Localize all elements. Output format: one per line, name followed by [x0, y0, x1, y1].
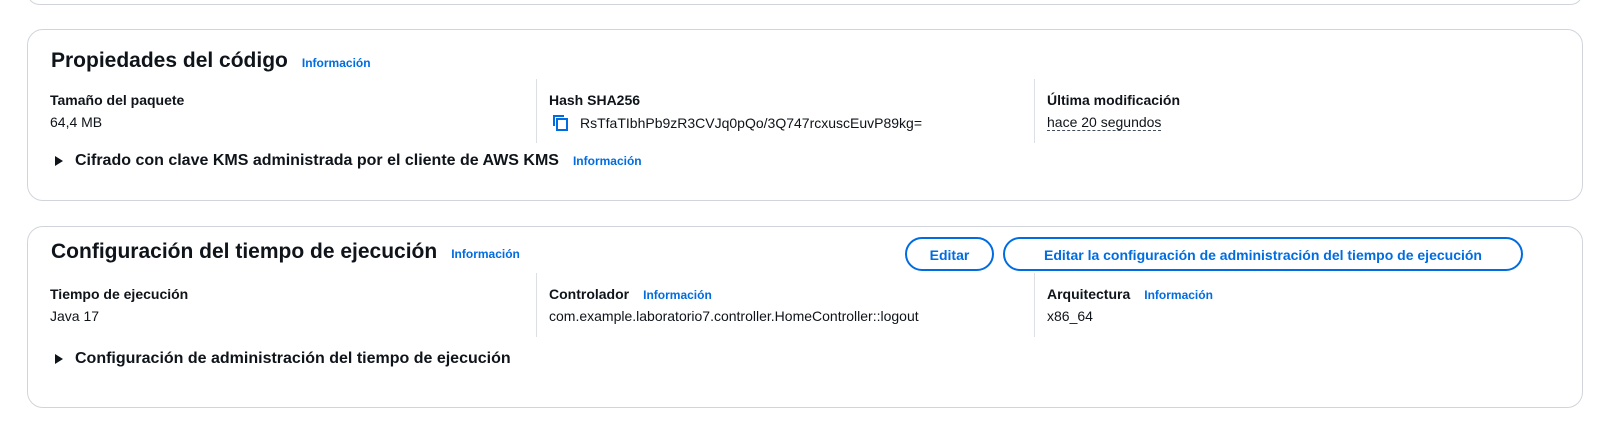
- handler-label-wrapper: Controlador Información: [549, 286, 712, 302]
- runtime-field: Tiempo de ejecución Java 17: [50, 273, 536, 337]
- code-properties-header: Propiedades del código Información: [51, 49, 371, 73]
- caret-right-icon: [55, 156, 63, 166]
- last-modified-value[interactable]: hace 20 segundos: [1047, 114, 1162, 131]
- edit-button[interactable]: Editar: [905, 237, 994, 271]
- last-modified-label: Última modificación: [1047, 92, 1181, 108]
- architecture-field: Arquitectura Información x86_64: [1034, 273, 1535, 337]
- runtime-management-expander[interactable]: Configuración de administración del tiem…: [51, 350, 511, 368]
- code-properties-row: Tamaño del paquete 64,4 MB Hash SHA256 R…: [28, 79, 1584, 143]
- handler-field: Controlador Información com.example.labor…: [536, 273, 1035, 337]
- runtime-management-label: Configuración de administración del tiem…: [75, 350, 511, 367]
- code-properties-title: Propiedades del código: [51, 49, 288, 72]
- previous-panel: [27, 0, 1583, 5]
- code-properties-panel: Propiedades del código Información Tamañ…: [27, 29, 1583, 201]
- kms-encryption-label: Cifrado con clave KMS administrada por e…: [75, 152, 559, 169]
- runtime-settings-info-link[interactable]: Información: [451, 247, 520, 261]
- handler-value: com.example.laboratorio7.controller.Home…: [549, 308, 919, 324]
- hash-value-wrapper: RsTfaTIbhPb9zR3CVJq0pQo/3Q747rcxuscEuvP8…: [552, 114, 922, 132]
- kms-encryption-info-link[interactable]: Información: [573, 154, 642, 168]
- architecture-label-wrapper: Arquitectura Información: [1047, 286, 1213, 302]
- architecture-label: Arquitectura: [1047, 286, 1131, 302]
- package-size-label: Tamaño del paquete: [50, 92, 185, 108]
- runtime-settings-header: Configuración del tiempo de ejecución In…: [51, 240, 520, 264]
- runtime-settings-title: Configuración del tiempo de ejecución: [51, 240, 438, 263]
- hash-label: Hash SHA256: [549, 92, 641, 108]
- runtime-value: Java 17: [50, 308, 100, 324]
- code-properties-info-link[interactable]: Información: [302, 56, 371, 70]
- kms-encryption-expander[interactable]: Cifrado con clave KMS administrada por e…: [51, 152, 642, 170]
- runtime-label: Tiempo de ejecución: [50, 286, 189, 302]
- architecture-value: x86_64: [1047, 308, 1093, 324]
- runtime-settings-row: Tiempo de ejecución Java 17 Controlador I…: [28, 273, 1584, 337]
- package-size-field: Tamaño del paquete 64,4 MB: [50, 79, 536, 143]
- architecture-info-link[interactable]: Información: [1144, 288, 1213, 302]
- hash-field: Hash SHA256 RsTfaTIbhPb9zR3CVJq0pQo/3Q74…: [536, 79, 1035, 143]
- hash-value: RsTfaTIbhPb9zR3CVJq0pQo/3Q747rcxuscEuvP8…: [580, 115, 923, 131]
- copy-icon[interactable]: [552, 114, 570, 132]
- handler-info-link[interactable]: Información: [643, 288, 712, 302]
- package-size-value: 64,4 MB: [50, 114, 103, 130]
- runtime-settings-panel: Configuración del tiempo de ejecución In…: [27, 226, 1583, 408]
- last-modified-field: Última modificación hace 20 segundos: [1034, 79, 1535, 143]
- caret-right-icon: [55, 354, 63, 364]
- handler-label: Controlador: [549, 286, 630, 302]
- edit-runtime-management-button[interactable]: Editar la configuración de administració…: [1003, 237, 1523, 271]
